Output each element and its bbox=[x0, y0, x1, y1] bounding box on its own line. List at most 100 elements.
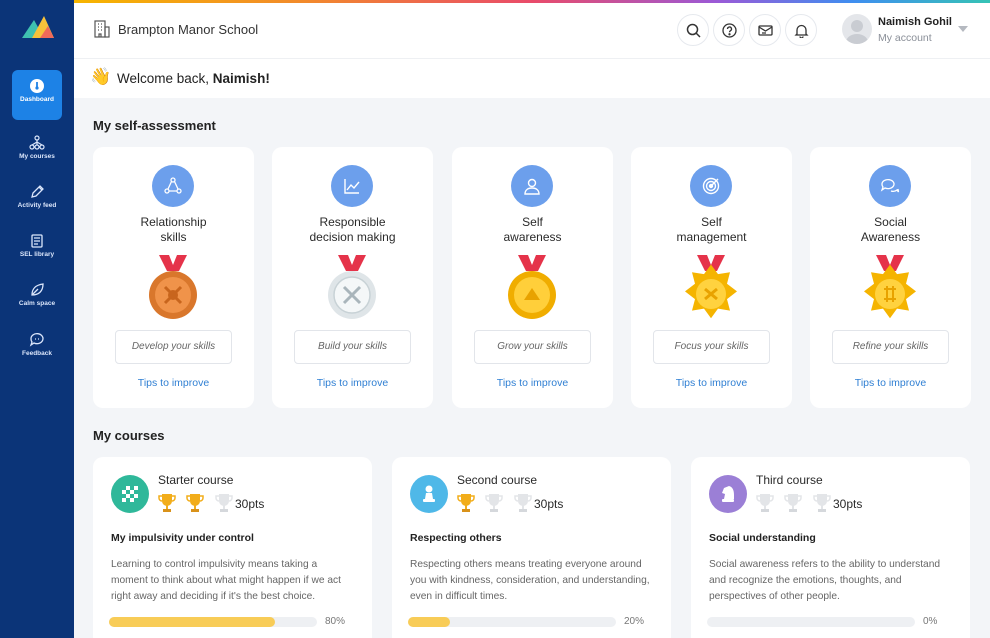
welcome-user-name: Naimish! bbox=[212, 71, 270, 86]
skill-card-relationship-skills: Relationship skills Develop your skills T… bbox=[93, 147, 254, 408]
progress-fill bbox=[109, 617, 276, 627]
tips-to-improve-link[interactable]: Tips to improve bbox=[93, 377, 254, 389]
sidebar-item-activity-feed[interactable]: Activity feed bbox=[12, 176, 62, 226]
school-building-icon bbox=[94, 20, 110, 38]
target-icon bbox=[690, 165, 732, 207]
school-name[interactable]: Brampton Manor School bbox=[118, 22, 258, 37]
sidebar-item-label: SEL library bbox=[19, 251, 55, 258]
help-icon bbox=[722, 23, 737, 38]
focus-skills-button[interactable]: Focus your skills bbox=[653, 330, 770, 364]
course-progress-bar bbox=[408, 617, 616, 627]
progress-percent: 20% bbox=[624, 616, 645, 627]
progress-percent: 80% bbox=[325, 616, 346, 627]
course-name: Second course bbox=[457, 473, 538, 487]
welcome-banner: 👋 Welcome back, Naimish! bbox=[74, 58, 990, 98]
course-points: 30pts bbox=[534, 497, 564, 511]
message-icon bbox=[758, 25, 773, 36]
search-icon bbox=[686, 23, 701, 38]
course-icon bbox=[410, 475, 448, 513]
progress-fill bbox=[408, 617, 450, 627]
search-button[interactable] bbox=[677, 14, 709, 46]
messages-button[interactable] bbox=[749, 14, 781, 46]
top-bar: Brampton Manor School Naimish Gohil My a… bbox=[74, 3, 990, 58]
trophy-gold-icon bbox=[457, 494, 475, 512]
skill-title: Self awareness bbox=[503, 215, 562, 244]
skill-card-social-awareness: Social Awareness Refine your skills Tips … bbox=[810, 147, 971, 408]
sidebar-item-calm-space[interactable]: Calm space bbox=[12, 274, 62, 324]
progress-percent: 0% bbox=[923, 616, 938, 627]
grow-skills-button[interactable]: Grow your skills bbox=[474, 330, 591, 364]
relationship-icon bbox=[152, 165, 194, 207]
pencil-icon bbox=[31, 185, 44, 198]
welcome-message: Welcome back, Naimish! bbox=[117, 71, 270, 86]
bell-icon bbox=[794, 24, 809, 38]
course-subtitle: Respecting others bbox=[410, 532, 502, 544]
build-skills-button[interactable]: Build your skills bbox=[294, 330, 411, 364]
skill-title: Responsible decision making bbox=[309, 215, 396, 244]
sidebar-item-label: Activity feed bbox=[17, 202, 57, 209]
course-progress-bar bbox=[109, 617, 317, 627]
trophy-grey-icon bbox=[514, 494, 532, 512]
chat-icon bbox=[29, 333, 44, 347]
tips-to-improve-link[interactable]: Tips to improve bbox=[810, 377, 971, 389]
course-points: 30pts bbox=[235, 497, 265, 511]
course-progress-bar bbox=[707, 617, 915, 627]
sidebar-item-feedback[interactable]: Feedback bbox=[12, 324, 62, 374]
library-icon bbox=[31, 234, 43, 248]
sidebar-item-my-courses[interactable]: My courses bbox=[12, 127, 62, 177]
course-description: Learning to control impulsivity means ta… bbox=[111, 559, 341, 602]
courses-icon bbox=[29, 135, 45, 150]
course-description: Social awareness refers to the ability t… bbox=[709, 559, 941, 602]
skill-title: Social Awareness bbox=[860, 215, 921, 244]
sidebar-item-label: Dashboard bbox=[20, 96, 54, 103]
sidebar-item-sel-library[interactable]: SEL library bbox=[12, 225, 62, 275]
refine-skills-button[interactable]: Refine your skills bbox=[832, 330, 949, 364]
sidebar-item-label: Calm space bbox=[18, 300, 56, 307]
course-icon bbox=[709, 475, 747, 513]
user-avatar-icon bbox=[846, 20, 868, 44]
course-card-starter[interactable]: Starter course 30pts My impulsivity unde… bbox=[93, 457, 372, 638]
sidebar: Dashboard My courses Activity feed SEL l… bbox=[0, 0, 74, 638]
course-name: Starter course bbox=[158, 473, 234, 487]
gold-medal-icon bbox=[508, 255, 556, 319]
skill-card-responsible-decision-making: Responsible decision making Build your sk… bbox=[272, 147, 433, 408]
skill-card-self-management: Self management Focus your skills Tips to… bbox=[631, 147, 792, 408]
trophy-row bbox=[158, 493, 239, 513]
course-icon bbox=[111, 475, 149, 513]
chess-knight-icon bbox=[722, 486, 734, 502]
tips-to-improve-link[interactable]: Tips to improve bbox=[452, 377, 613, 389]
speech-bubbles-icon bbox=[869, 165, 911, 207]
silver-medal-icon bbox=[328, 255, 376, 319]
trophy-grey-icon bbox=[784, 494, 803, 512]
skill-title: Self management bbox=[676, 215, 747, 244]
course-name: Third course bbox=[756, 473, 823, 487]
help-button[interactable] bbox=[713, 14, 745, 46]
trophy-grey-icon bbox=[215, 494, 233, 512]
course-description: Respecting others means treating everyon… bbox=[410, 559, 650, 602]
tips-to-improve-link[interactable]: Tips to improve bbox=[631, 377, 792, 389]
sidebar-item-dashboard[interactable]: Dashboard bbox=[12, 70, 62, 120]
course-card-third[interactable]: Third course 30pts Social understanding … bbox=[691, 457, 970, 638]
user-name[interactable]: Naimish Gohil bbox=[878, 16, 952, 28]
notifications-button[interactable] bbox=[785, 14, 817, 46]
trophy-grey-icon bbox=[756, 494, 774, 512]
trophy-grey-icon bbox=[485, 494, 504, 512]
person-icon bbox=[511, 165, 553, 207]
trophy-gold-icon bbox=[186, 494, 205, 512]
app-logo[interactable] bbox=[20, 14, 56, 40]
gold-star-medal-icon bbox=[864, 255, 916, 319]
chart-line-icon bbox=[331, 165, 373, 207]
course-points: 30pts bbox=[833, 497, 863, 511]
avatar[interactable] bbox=[842, 14, 872, 44]
trophy-row bbox=[756, 493, 837, 513]
course-subtitle: Social understanding bbox=[709, 532, 816, 544]
dashboard-icon bbox=[30, 79, 44, 93]
trophy-row bbox=[457, 493, 538, 513]
self-assessment-title: My self-assessment bbox=[93, 118, 216, 133]
chevron-down-icon[interactable] bbox=[958, 26, 968, 32]
course-subtitle: My impulsivity under control bbox=[111, 532, 254, 544]
tips-to-improve-link[interactable]: Tips to improve bbox=[272, 377, 433, 389]
my-account-link[interactable]: My account bbox=[878, 32, 932, 44]
develop-skills-button[interactable]: Develop your skills bbox=[115, 330, 232, 364]
course-card-second[interactable]: Second course 30pts Respecting others Re… bbox=[392, 457, 671, 638]
